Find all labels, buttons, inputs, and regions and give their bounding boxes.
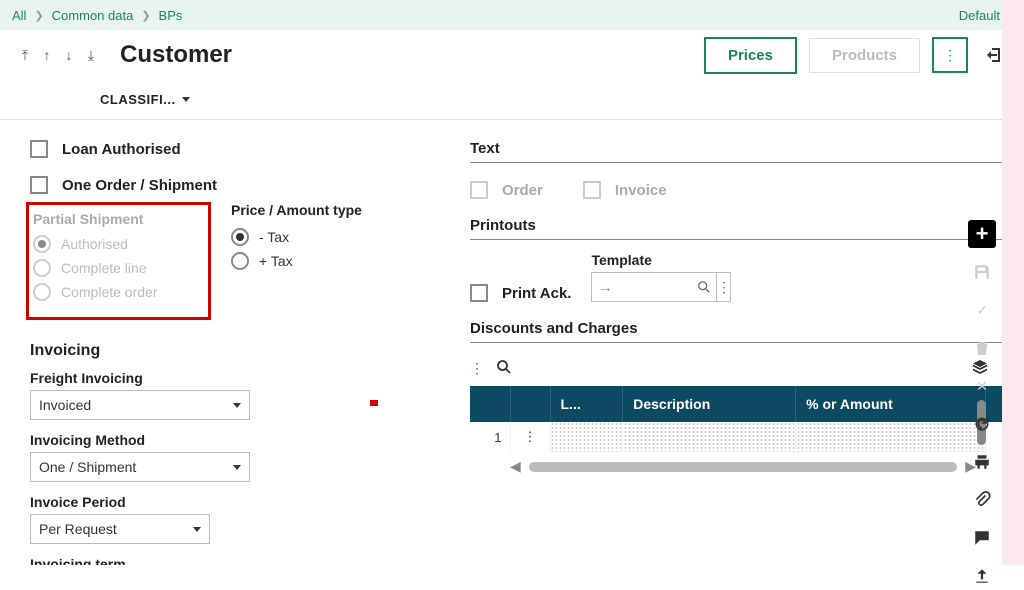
text-label: Text — [470, 140, 1016, 157]
discounts-grid: L... Description % or Amount 1 ⋮ — [470, 386, 1016, 452]
refresh-icon[interactable] — [968, 410, 996, 438]
comment-icon[interactable] — [968, 524, 996, 552]
col-header-l[interactable]: L... — [550, 386, 623, 422]
prices-button[interactable]: Prices — [704, 37, 797, 74]
tab-label: CLASSIFI... — [100, 92, 176, 107]
breadcrumb-common-data[interactable]: Common data — [52, 8, 134, 23]
search-icon[interactable] — [692, 273, 716, 301]
caret-down-icon — [233, 465, 241, 470]
divider — [470, 341, 1016, 343]
table-row[interactable]: 1 ⋮ — [470, 422, 1016, 452]
invoicing-term-label: Invoicing term — [30, 556, 440, 565]
arrow-last-icon[interactable]: ⤓ — [82, 45, 100, 65]
scroll-left-icon[interactable]: ◀ — [510, 458, 521, 475]
partial-authorised-radio — [33, 235, 51, 253]
one-order-shipment-label: One Order / Shipment — [62, 177, 217, 194]
printouts-title: Printouts — [470, 217, 1016, 234]
close-icon: ✕ — [968, 372, 996, 400]
exit-icon — [984, 45, 1004, 65]
divider — [470, 161, 1016, 163]
dots-vertical-icon[interactable]: ⋮ — [716, 273, 730, 301]
minus-tax-radio[interactable] — [231, 228, 249, 246]
share-icon[interactable] — [968, 562, 996, 590]
col-header-blank2 — [510, 386, 550, 422]
breadcrumb: All ❯ Common data ❯ BPs Default — [0, 0, 1024, 30]
one-order-shipment-checkbox[interactable] — [30, 176, 48, 194]
caret-down-icon — [182, 97, 190, 102]
invoice-label: Invoice — [615, 182, 667, 199]
attachment-icon[interactable] — [968, 486, 996, 514]
arrow-first-icon[interactable]: ⤒ — [16, 45, 34, 65]
freight-invoicing-select[interactable]: Invoiced — [30, 390, 250, 420]
partial-complete-line-radio — [33, 259, 51, 277]
invoice-period-value: Per Request — [39, 521, 117, 537]
freight-invoicing-value: Invoiced — [39, 397, 91, 413]
invoice-checkbox — [583, 181, 601, 199]
template-lookup[interactable]: → ⋮ — [591, 272, 731, 302]
template-label: Template — [591, 252, 731, 268]
chevron-right-icon: ❯ — [141, 9, 150, 22]
partial-complete-order-radio — [33, 283, 51, 301]
invoicing-method-label: Invoicing Method — [30, 432, 440, 448]
plus-tax-label: + Tax — [259, 253, 293, 269]
freight-invoicing-label: Freight Invoicing — [30, 370, 440, 386]
dots-vertical-icon: ⋮ — [943, 47, 957, 64]
tabs: CLASSIFI... — [0, 80, 1024, 120]
breadcrumb-bps[interactable]: BPs — [159, 8, 183, 23]
tab-classification[interactable]: CLASSIFI... — [100, 92, 190, 107]
search-icon[interactable] — [496, 359, 512, 378]
partial-shipment-title: Partial Shipment — [33, 211, 198, 227]
side-panel-strip — [1002, 0, 1024, 565]
arrow-up-icon[interactable]: ↑ — [38, 45, 56, 65]
page-title: Customer — [120, 41, 232, 69]
loan-authorised-label: Loan Authorised — [62, 141, 181, 158]
print-ack-checkbox[interactable] — [470, 284, 488, 302]
cell-pct-amount[interactable] — [796, 422, 986, 452]
grid-menu-icon[interactable]: ⋮ — [470, 360, 484, 377]
invoicing-title: Invoicing — [30, 342, 440, 360]
cell-l[interactable] — [550, 422, 623, 452]
template-input[interactable]: → — [592, 273, 692, 301]
header: ⤒ ↑ ↓ ⤓ Customer Prices Products ⋮ — [0, 30, 1024, 80]
invoicing-method-select[interactable]: One / Shipment — [30, 452, 250, 482]
invoice-period-label: Invoice Period — [30, 494, 440, 510]
order-checkbox — [470, 181, 488, 199]
chevron-right-icon: ❯ — [34, 9, 43, 22]
print-ack-label: Print Ack. — [502, 285, 571, 302]
invoice-period-select[interactable]: Per Request — [30, 514, 210, 544]
cell-description[interactable] — [623, 422, 796, 452]
horizontal-scrollbar[interactable] — [529, 462, 957, 472]
save-icon — [968, 258, 996, 286]
order-label: Order — [502, 182, 543, 199]
col-header-blank1 — [470, 386, 510, 422]
invoicing-method-value: One / Shipment — [39, 459, 136, 475]
price-amount-title: Price / Amount type — [231, 202, 362, 218]
caret-down-icon — [233, 403, 241, 408]
row-menu-icon[interactable]: ⋮ — [510, 422, 550, 452]
col-header-description[interactable]: Description — [623, 386, 796, 422]
more-menu-button[interactable]: ⋮ — [932, 37, 968, 73]
partial-authorised-label: Authorised — [61, 236, 128, 252]
partial-shipment-highlight: Partial Shipment Authorised Complete lin… — [26, 202, 211, 320]
arrow-down-icon[interactable]: ↓ — [60, 45, 78, 65]
plus-tax-radio[interactable] — [231, 252, 249, 270]
caret-down-icon — [193, 527, 201, 532]
discounts-charges-title: Discounts and Charges — [470, 320, 1016, 337]
print-icon[interactable] — [968, 448, 996, 476]
minus-tax-label: - Tax — [259, 229, 289, 245]
products-button: Products — [809, 38, 920, 73]
partial-complete-order-label: Complete order — [61, 284, 158, 300]
breadcrumb-right-label: Default — [959, 8, 1000, 23]
row-number: 1 — [470, 422, 510, 452]
divider — [470, 238, 1016, 240]
partial-complete-line-label: Complete line — [61, 260, 147, 276]
add-icon[interactable]: + — [968, 220, 996, 248]
loan-authorised-checkbox[interactable] — [30, 140, 48, 158]
breadcrumb-all[interactable]: All — [12, 8, 26, 23]
col-header-pct-amount[interactable]: % or Amount — [796, 386, 986, 422]
trash-icon — [968, 334, 996, 362]
check-icon: ✓ — [968, 296, 996, 324]
red-marker — [370, 400, 378, 406]
